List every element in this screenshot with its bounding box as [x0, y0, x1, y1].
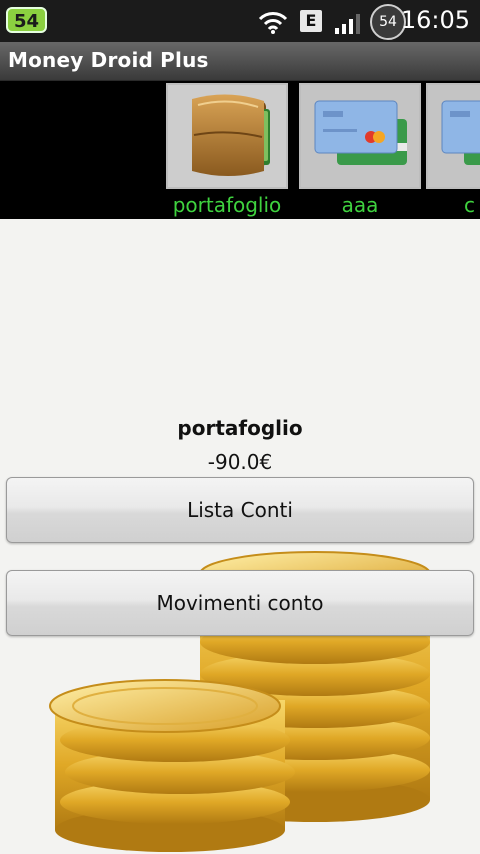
notification-badge[interactable]: 54 [6, 7, 48, 33]
selected-account-name: portafoglio [177, 416, 303, 440]
credit-cards-icon [314, 100, 407, 165]
account-item-aaa[interactable]: aaa [299, 81, 421, 219]
account-tile [426, 83, 480, 189]
status-bar: 54 E 54 16:05 [0, 0, 480, 42]
account-item-c[interactable]: c [426, 81, 480, 219]
network-type-label: E [305, 11, 317, 30]
status-time: 16:05 [400, 6, 470, 34]
wifi-icon [258, 12, 288, 34]
signal-icon [335, 14, 360, 34]
app-title-bar: Money Droid Plus [0, 42, 480, 81]
wallet-icon [192, 94, 270, 176]
account-gallery[interactable]: portafoglio aaa c [0, 81, 480, 219]
network-type-icon: E [300, 10, 322, 32]
account-movements-button-label: Movimenti conto [156, 591, 324, 615]
account-label: c [464, 193, 475, 217]
app-title: Money Droid Plus [8, 48, 209, 72]
account-list-button-label: Lista Conti [187, 498, 293, 522]
selected-account-balance: -90.0€ [207, 450, 273, 474]
account-tile [166, 83, 288, 189]
account-label: aaa [341, 193, 379, 217]
account-movements-button[interactable]: Movimenti conto [6, 570, 474, 636]
account-list-button[interactable]: Lista Conti [6, 477, 474, 543]
account-tile [299, 83, 421, 189]
battery-level: 54 [379, 14, 397, 30]
credit-cards-icon [441, 100, 480, 165]
account-item-portafoglio[interactable]: portafoglio [166, 81, 288, 219]
